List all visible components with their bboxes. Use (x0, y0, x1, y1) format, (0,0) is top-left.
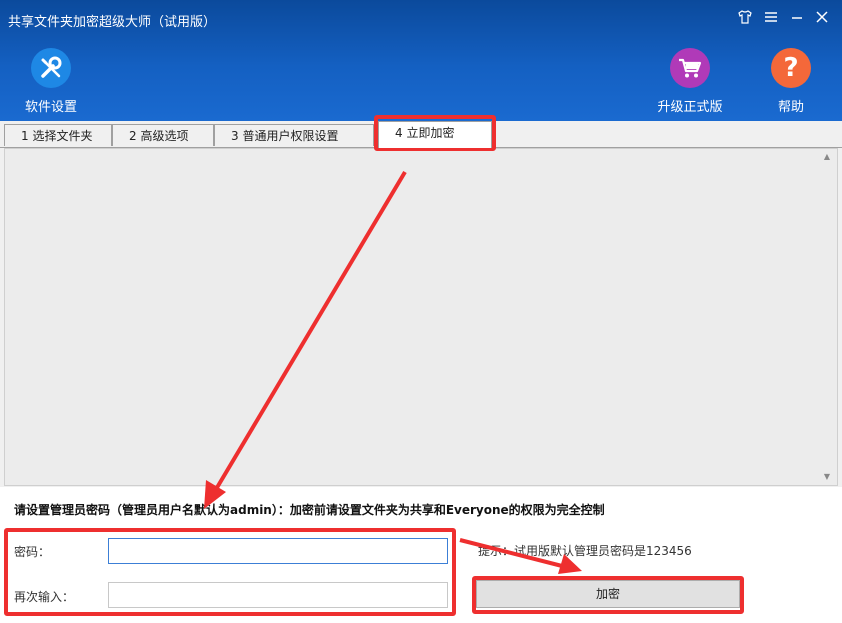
password-field[interactable] (108, 538, 448, 564)
upgrade-label: 升级正式版 (657, 100, 723, 115)
close-icon[interactable] (812, 9, 832, 30)
admin-password-note: 请设置管理员密码（管理员用户名默认为admin）：加密前请设置文件夹为共享和Ev… (14, 503, 605, 517)
shopping-cart-icon (670, 48, 710, 88)
scroll-down-icon[interactable]: ▼ (821, 471, 833, 483)
password-label: 密码： (14, 545, 51, 559)
help-label: 帮助 (777, 100, 804, 115)
menu-icon[interactable] (761, 9, 781, 30)
tab-select-folder[interactable]: 1 选择文件夹 (4, 124, 112, 146)
tab-user-permissions[interactable]: 3 普通用户权限设置 (214, 124, 374, 146)
confirm-password-label: 再次输入： (14, 590, 75, 604)
settings-label: 软件设置 (24, 100, 77, 115)
upgrade-button[interactable]: 升级正式版 (650, 48, 730, 115)
encrypt-button[interactable]: 加密 (476, 580, 740, 608)
tab-content-area: ▲ ▼ (4, 148, 838, 486)
default-password-hint: 提示：试用版默认管理员密码是123456 (478, 544, 692, 558)
title-bar: 共享文件夹加密超级大师（试用版） 软件设置 升级正式版 ? 帮助 (0, 0, 842, 121)
tab-encrypt-now[interactable]: 4 立即加密 (378, 121, 492, 148)
wrench-screwdriver-icon (31, 48, 71, 88)
confirm-password-field[interactable] (108, 582, 448, 608)
window-title: 共享文件夹加密超级大师（试用版） (8, 15, 217, 30)
minimize-icon[interactable] (787, 9, 807, 30)
help-button[interactable]: ? 帮助 (751, 48, 831, 115)
scroll-up-icon[interactable]: ▲ (821, 151, 833, 163)
tab-advanced-options[interactable]: 2 高级选项 (112, 124, 214, 146)
question-mark-icon: ? (771, 48, 811, 88)
tab-bar: 1 选择文件夹 2 高级选项 3 普通用户权限设置 4 立即加密 (0, 121, 842, 148)
skin-icon[interactable] (735, 9, 755, 30)
settings-button[interactable]: 软件设置 (11, 48, 91, 115)
